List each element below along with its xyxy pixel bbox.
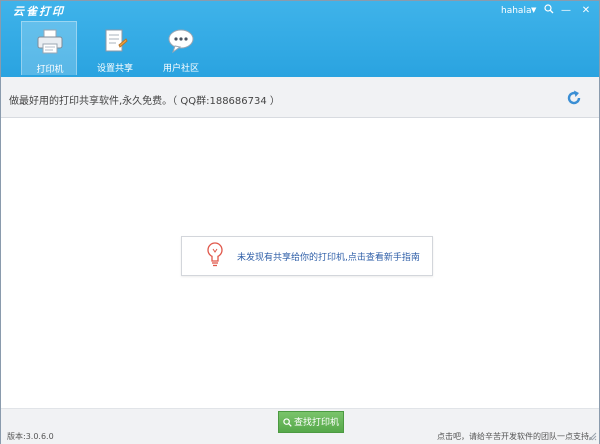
tab-printers-label: 打印机: [36, 65, 64, 75]
chevron-down-icon[interactable]: ▼: [531, 6, 536, 14]
tab-printers[interactable]: 打印机: [21, 21, 77, 75]
version-label: 版本:3.0.6.0: [7, 432, 54, 441]
printer-icon: [37, 29, 63, 54]
document-share-icon: [105, 29, 128, 52]
no-printer-notice[interactable]: 未发现有共享给你的打印机,点击查看新手指南: [181, 236, 433, 276]
app-logo: 云雀打印: [13, 5, 65, 18]
status-bar: 版本:3.0.6.0 查找打印机 点击吧，请给辛苦开发软件的团队一点支持。: [1, 408, 599, 444]
close-button[interactable]: ✕: [579, 4, 593, 18]
tab-share-settings-label: 设置共享: [96, 64, 133, 74]
app-window: 云雀打印 hahala ▼ — ✕ 打印机 设置共享 用户社区 做最好用的打印共…: [0, 0, 600, 444]
user-name[interactable]: hahala: [501, 6, 531, 16]
find-printer-button[interactable]: 查找打印机: [278, 411, 344, 433]
refresh-icon[interactable]: [566, 90, 582, 106]
tab-community-label: 用户社区: [162, 64, 199, 74]
minimize-button[interactable]: —: [559, 4, 573, 18]
slogan-text: 做最好用的打印共享软件,永久免费。（ QQ群:188686734 ）: [9, 96, 280, 107]
tab-share-settings[interactable]: 设置共享: [87, 21, 143, 75]
printer-list-area: 未发现有共享给你的打印机,点击查看新手指南: [1, 118, 599, 407]
title-bar: 云雀打印 hahala ▼ — ✕ 打印机 设置共享 用户社区: [1, 1, 599, 77]
info-bar: 做最好用的打印共享软件,永久免费。（ QQ群:188686734 ）: [1, 77, 599, 118]
search-icon: [283, 418, 292, 427]
lightbulb-icon: [207, 242, 223, 267]
find-printer-label: 查找打印机: [293, 418, 339, 428]
footer-support-note[interactable]: 点击吧，请给辛苦开发软件的团队一点支持。: [437, 431, 597, 442]
resize-grip-icon[interactable]: [587, 431, 597, 441]
tab-community[interactable]: 用户社区: [153, 21, 209, 75]
chat-bubble-icon: [168, 29, 194, 54]
notice-link-text[interactable]: 未发现有共享给你的打印机,点击查看新手指南: [237, 250, 420, 263]
search-icon[interactable]: [542, 4, 556, 18]
